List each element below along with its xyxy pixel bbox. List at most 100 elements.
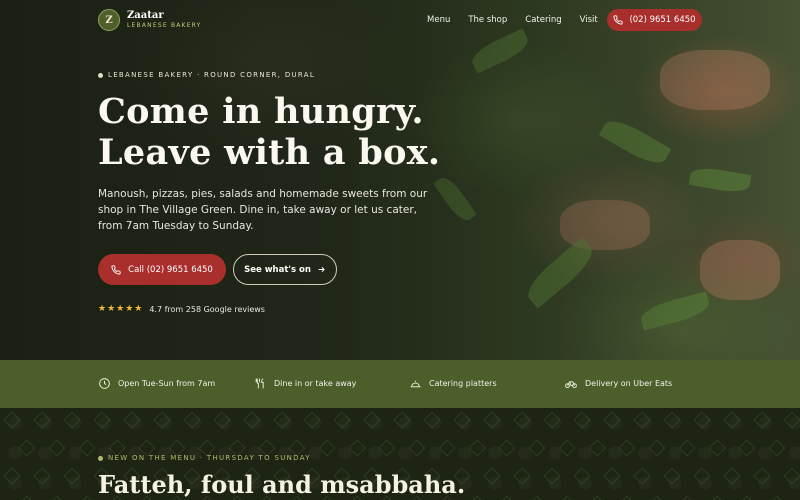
pattern-diamond <box>528 439 546 457</box>
bullet-dot <box>98 72 103 78</box>
hero-photo-detail <box>638 291 712 331</box>
pattern-diamond <box>438 439 456 457</box>
nav-call-button[interactable]: (02) 9651 6450 <box>607 9 702 31</box>
pattern-diamond <box>153 411 171 429</box>
pattern-diamond <box>78 495 96 500</box>
pattern-diamond <box>378 439 396 457</box>
pattern-diamond <box>63 411 81 429</box>
pattern-diamond <box>588 495 606 500</box>
pattern-diamond <box>543 467 561 485</box>
top-nav: Z Zaatar LEBANESE BAKERY Menu The shop C… <box>0 0 800 40</box>
see-whats-on-button[interactable]: See what's on <box>233 254 337 285</box>
hero-headline: Come in hungry. Leave with a box. <box>98 91 458 173</box>
pattern-diamond <box>453 411 471 429</box>
pattern-diamond <box>768 495 786 500</box>
star-rating-icons: ★★★★★ <box>98 304 144 314</box>
pattern-diamond <box>603 411 621 429</box>
pattern-diamond <box>78 439 96 457</box>
pattern-diamond <box>363 411 381 429</box>
rating: ★★★★★ 4.7 from 258 Google reviews <box>98 304 265 314</box>
pattern-diamond <box>513 467 531 485</box>
nav-link-the-shop[interactable]: The shop <box>468 15 507 25</box>
nav-links: Menu The shop Catering Visit <box>427 15 616 25</box>
pattern-diamond <box>678 439 696 457</box>
feature-catering-label: Catering platters <box>429 379 497 388</box>
pattern-diamond <box>573 411 591 429</box>
pattern-diamond <box>738 439 756 457</box>
pattern-diamond <box>693 467 711 485</box>
logo-badge[interactable]: Z <box>98 9 120 31</box>
pattern-diamond <box>33 411 51 429</box>
pattern-diamond <box>468 439 486 457</box>
hero-photo-detail <box>598 114 672 170</box>
pattern-diamond <box>558 439 576 457</box>
feature-delivery: Delivery on Uber Eats <box>564 377 672 390</box>
rating-text: 4.7 from 258 Google reviews <box>149 304 265 314</box>
see-whats-on-label: See what's on <box>244 264 311 275</box>
feature-dine-in-label: Dine in or take away <box>274 379 357 388</box>
pattern-diamond <box>393 411 411 429</box>
nav-link-visit[interactable]: Visit <box>580 15 598 25</box>
pattern-diamond <box>483 411 501 429</box>
hero-photo-detail <box>700 240 780 300</box>
pattern-diamond <box>708 495 726 500</box>
pattern-diamond <box>723 467 741 485</box>
pattern-diamond <box>3 411 21 429</box>
pattern-diamond <box>423 411 441 429</box>
pattern-diamond <box>333 411 351 429</box>
nav-link-menu[interactable]: Menu <box>427 15 450 25</box>
pattern-diamond <box>738 495 756 500</box>
phone-icon <box>613 15 624 25</box>
pattern-diamond <box>408 439 426 457</box>
pattern-diamond <box>768 439 786 457</box>
pattern-diamond <box>543 411 561 429</box>
pattern-diamond <box>708 439 726 457</box>
hero-headline-line1: Come in hungry. <box>98 91 424 132</box>
logo-tagline: LEBANESE BAKERY <box>127 22 202 29</box>
pattern-diamond <box>528 495 546 500</box>
pattern-diamond <box>18 439 36 457</box>
hero-headline-line2: Leave with a box. <box>98 132 441 173</box>
pattern-diamond <box>693 411 711 429</box>
pattern-diamond <box>213 411 231 429</box>
menu-eyebrow: NEW ON THE MENU · THURSDAY TO SUNDAY <box>98 454 311 462</box>
pattern-diamond <box>243 411 261 429</box>
pattern-diamond <box>303 411 321 429</box>
feature-strip: Open Tue-Sun from 7am Dine in or take aw… <box>0 360 800 408</box>
pattern-diamond <box>513 411 531 429</box>
pattern-diamond <box>318 439 336 457</box>
hero-photo-detail <box>433 173 477 225</box>
pattern-diamond <box>558 495 576 500</box>
pattern-diamond <box>678 495 696 500</box>
menu-section-title: Fatteh, foul and msabbaha. <box>98 470 466 499</box>
arrow-right-icon <box>318 266 325 273</box>
pattern-diamond <box>183 411 201 429</box>
clock-icon <box>99 378 110 389</box>
logo-name[interactable]: Zaatar <box>127 10 164 21</box>
pattern-diamond <box>633 467 651 485</box>
pattern-diamond <box>753 467 771 485</box>
pattern-diamond <box>33 467 51 485</box>
pattern-diamond <box>648 439 666 457</box>
menu-eyebrow-text: NEW ON THE MENU · THURSDAY TO SUNDAY <box>108 454 311 462</box>
pattern-diamond <box>753 411 771 429</box>
pattern-diamond <box>93 411 111 429</box>
feature-catering: Catering platters <box>409 377 497 390</box>
fork-knife-icon <box>255 378 264 389</box>
pattern-diamond <box>48 495 66 500</box>
pattern-diamond <box>633 411 651 429</box>
nav-link-catering[interactable]: Catering <box>525 15 561 25</box>
hero-photo-detail <box>521 237 599 309</box>
pattern-diamond <box>483 467 501 485</box>
feature-hours: Open Tue-Sun from 7am <box>98 377 215 390</box>
menu-section: NEW ON THE MENU · THURSDAY TO SUNDAY Fat… <box>0 408 800 500</box>
pattern-diamond <box>498 439 516 457</box>
bicycle-icon <box>565 381 577 389</box>
pattern-diamond <box>348 439 366 457</box>
pattern-diamond <box>18 495 36 500</box>
pattern-diamond <box>3 467 21 485</box>
pattern-diamond <box>273 411 291 429</box>
hero-lede: Manoush, pizzas, pies, salads and homema… <box>98 188 428 232</box>
pattern-diamond <box>498 495 516 500</box>
hero-call-button[interactable]: Call (02) 9651 6450 <box>98 254 226 285</box>
